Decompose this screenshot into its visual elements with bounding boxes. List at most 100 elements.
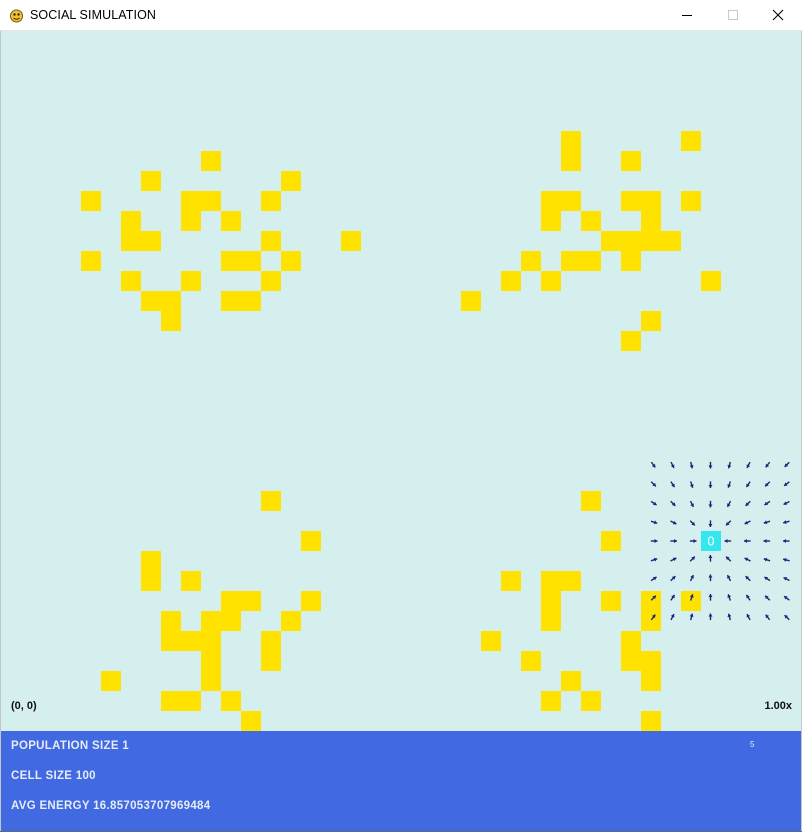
window-titlebar: SOCIAL SIMULATION (0, 0, 802, 31)
field-arrow-head (654, 539, 658, 543)
food-tile (501, 271, 521, 291)
field-arrow-head (708, 523, 713, 527)
food-tile (621, 331, 641, 351)
field-arrow-head (708, 594, 713, 598)
window-border-left (0, 31, 1, 831)
origin-coordinates: (0, 0) (11, 700, 37, 712)
food-tile (161, 611, 181, 651)
food-tile (601, 531, 621, 551)
food-tile (261, 191, 281, 211)
food-tile (261, 231, 281, 251)
food-tile (221, 691, 241, 711)
food-tile (561, 671, 581, 691)
field-arrow-head (708, 613, 713, 617)
food-tile (201, 611, 241, 631)
food-tile (541, 271, 561, 291)
food-tile (81, 251, 101, 271)
close-button[interactable] (756, 0, 802, 31)
food-tile (261, 631, 281, 671)
food-tile (341, 231, 361, 251)
food-tile (641, 311, 661, 331)
food-tile (641, 711, 661, 731)
food-tile (281, 611, 301, 631)
field-arrow-head (708, 555, 713, 559)
food-tile (141, 231, 161, 251)
food-tile (481, 631, 501, 651)
food-tile (461, 291, 481, 311)
food-tile (101, 671, 121, 691)
food-tile (221, 211, 241, 231)
field-arrow-head (708, 484, 713, 488)
food-tile (161, 691, 201, 711)
food-tile (601, 231, 681, 251)
field-arrow-head (674, 539, 677, 543)
food-tile (681, 191, 701, 211)
minimize-button[interactable] (664, 0, 710, 31)
maximize-icon (728, 10, 738, 20)
food-tile (621, 631, 641, 671)
food-tile (581, 211, 601, 231)
food-tile (221, 251, 261, 271)
food-tile (541, 191, 581, 211)
food-tile (181, 191, 221, 211)
food-tile (81, 191, 101, 211)
food-tile (221, 291, 261, 311)
food-tile (621, 151, 641, 171)
field-arrow-head (763, 539, 767, 543)
field-arrow-head (783, 539, 786, 543)
avg-energy-stat: AVG ENERGY 16.857053707969484 (11, 800, 211, 812)
food-tile (641, 591, 661, 631)
field-arrow-head (708, 504, 713, 508)
food-tile (601, 591, 621, 611)
population-size-stat: POPULATION SIZE 1 (11, 740, 129, 752)
food-tile (281, 251, 301, 271)
stats-panel: POPULATION SIZE 1 CELL SIZE 100 AVG ENER… (1, 731, 801, 831)
food-tile (541, 211, 561, 231)
food-tile (181, 631, 221, 651)
food-tile (201, 651, 221, 671)
food-tile (161, 311, 181, 331)
close-icon (772, 9, 784, 21)
food-tile (181, 271, 201, 291)
food-tile (521, 251, 541, 271)
food-tile (521, 651, 541, 671)
simulation-world[interactable]: 0 (1, 31, 801, 731)
food-tile (241, 711, 261, 731)
field-arrow-head (724, 539, 728, 543)
food-tile (201, 671, 221, 691)
food-tile (561, 131, 581, 171)
food-tile (701, 271, 721, 291)
food-tile (141, 551, 161, 591)
food-tile (221, 591, 261, 611)
world-canvas: 0 (81, 131, 790, 731)
food-tile (301, 591, 321, 611)
panel-corner-number: 5 (750, 740, 755, 749)
food-tile (181, 211, 201, 231)
food-tile (561, 251, 601, 271)
field-arrow-head (693, 539, 697, 543)
field-arrow-head (708, 574, 713, 578)
zoom-level: 1.00x (764, 700, 792, 712)
food-tile (621, 251, 641, 271)
food-tile (301, 531, 321, 551)
food-tile (121, 211, 141, 251)
food-tile (501, 571, 521, 591)
food-tile (541, 591, 561, 631)
food-tile (641, 651, 661, 691)
food-tile (541, 691, 561, 711)
window-title: SOCIAL SIMULATION (30, 8, 157, 22)
agent-id-label: 0 (707, 535, 715, 549)
pygame-snake-icon (10, 9, 23, 23)
food-tile (201, 151, 221, 171)
food-tile (181, 571, 201, 591)
food-tile (681, 591, 701, 611)
food-tile (141, 291, 181, 311)
maximize-button[interactable] (710, 0, 756, 31)
field-arrow-head (708, 465, 713, 469)
minimize-icon (682, 15, 692, 16)
food-tile (121, 271, 141, 291)
food-tile (581, 491, 601, 511)
food-tile (141, 171, 161, 191)
food-tile (581, 691, 601, 711)
food-tile (281, 171, 301, 191)
